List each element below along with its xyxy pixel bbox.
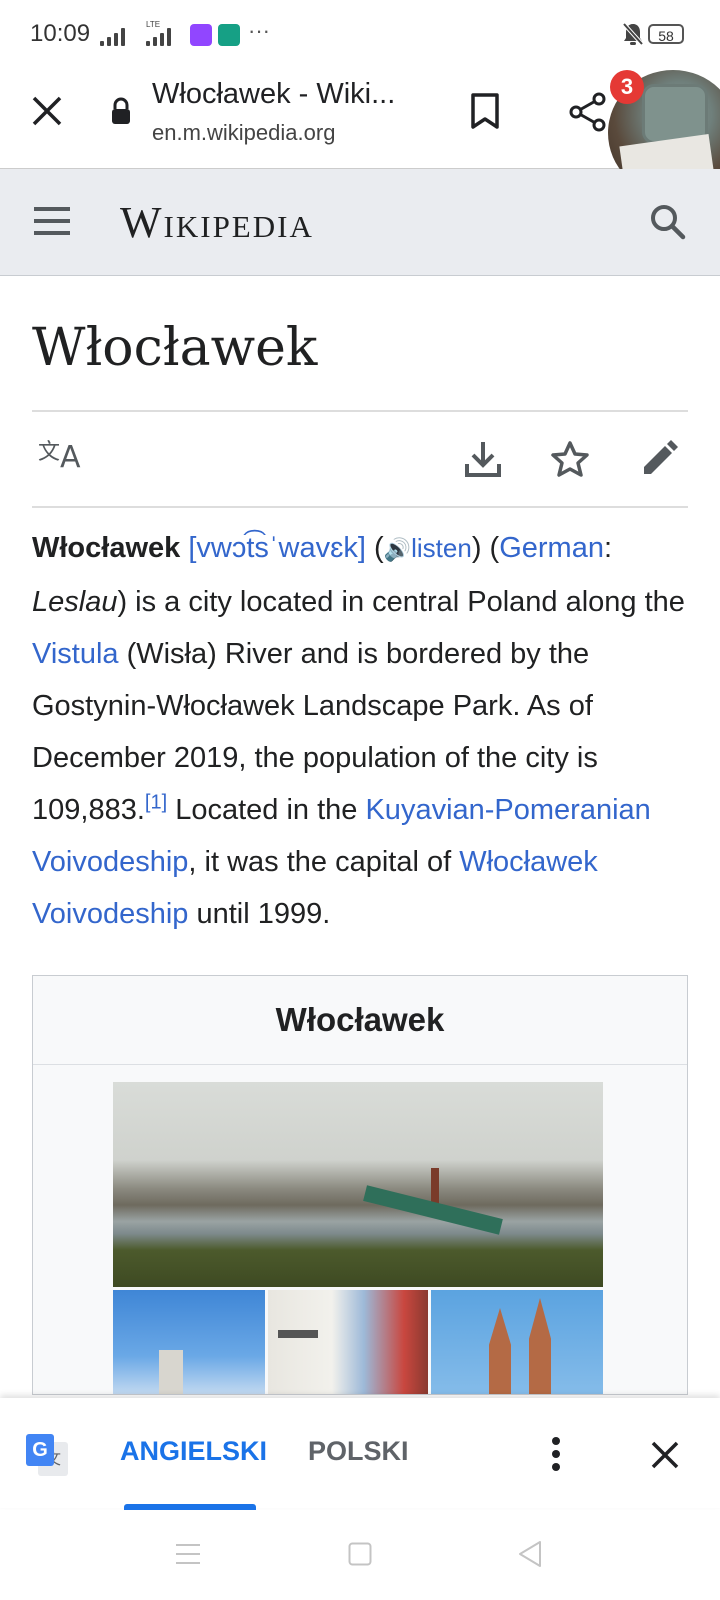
back-icon[interactable] xyxy=(518,1540,542,1568)
article-text: , it was the capital of xyxy=(188,846,460,878)
close-translate-icon[interactable] xyxy=(650,1440,680,1470)
signal-icon xyxy=(100,28,130,46)
language-icon[interactable]: 文A xyxy=(38,440,81,475)
url-text[interactable]: en.m.wikipedia.org xyxy=(152,120,335,146)
close-tab-icon[interactable] xyxy=(30,94,64,128)
infobox-panorama-image[interactable] xyxy=(113,1082,603,1287)
german-name: Leslau xyxy=(32,586,118,618)
listen-link[interactable]: listen xyxy=(411,533,472,563)
article-subject: Włocławek xyxy=(32,532,181,564)
infobox-title: Włocławek xyxy=(33,976,687,1065)
infobox-monument-image[interactable] xyxy=(113,1290,265,1394)
bookmark-icon[interactable] xyxy=(470,92,500,130)
title-divider xyxy=(32,410,688,412)
share-icon[interactable] xyxy=(566,90,610,134)
twitch-icon xyxy=(190,24,212,46)
wikipedia-wordmark[interactable]: Wikipedia xyxy=(120,197,314,248)
german-link[interactable]: German xyxy=(499,532,604,564)
actions-divider xyxy=(32,506,688,508)
translate-source-language-tab[interactable]: ANGIELSKI xyxy=(120,1436,267,1467)
signal-icon-2 xyxy=(146,28,178,46)
recent-apps-icon[interactable] xyxy=(176,1543,200,1565)
article-lead-paragraph: Włocławek [vwɔt͡sˈwavɛk] (🔊listen) (Germ… xyxy=(32,532,685,930)
speaker-icon[interactable]: 🔊 xyxy=(384,537,411,562)
article-text: until 1999. xyxy=(188,898,331,930)
home-icon[interactable] xyxy=(348,1542,372,1566)
menu-icon[interactable] xyxy=(34,206,70,236)
status-bar: 10:09 LTE ··· 58 xyxy=(0,0,720,70)
battery-indicator: 58 xyxy=(648,24,684,44)
status-time: 10:09 xyxy=(30,20,91,47)
download-icon[interactable] xyxy=(464,440,502,478)
shield-app-icon xyxy=(218,24,240,46)
article-text: ) is a city located in central Poland al… xyxy=(117,586,685,618)
search-icon[interactable] xyxy=(650,204,686,240)
tab-title[interactable]: Włocławek - Wiki... xyxy=(152,78,395,111)
more-options-icon[interactable] xyxy=(550,1436,562,1472)
reference-link[interactable]: [1] xyxy=(145,791,167,813)
chat-head-badge: 3 xyxy=(610,70,644,104)
translate-target-language-tab[interactable]: POLSKI xyxy=(308,1436,409,1467)
star-icon[interactable] xyxy=(550,440,590,478)
article-text: Located in the xyxy=(167,794,366,826)
page-title: Włocławek xyxy=(32,318,318,378)
vistula-link[interactable]: Vistula xyxy=(32,638,119,670)
edit-pencil-icon[interactable] xyxy=(640,440,678,478)
ipa-link[interactable]: [vwɔt͡sˈwavɛk] xyxy=(188,532,366,564)
lock-icon[interactable] xyxy=(110,97,132,125)
wiki-header xyxy=(0,169,720,276)
infobox-street-image[interactable] xyxy=(268,1290,428,1394)
bell-muted-icon xyxy=(622,22,644,46)
google-translate-icon[interactable]: 文 G xyxy=(26,1434,70,1478)
infobox-cathedral-image[interactable] xyxy=(431,1290,603,1394)
infobox: Włocławek xyxy=(32,975,688,1395)
more-notifications-icon: ··· xyxy=(248,18,270,43)
